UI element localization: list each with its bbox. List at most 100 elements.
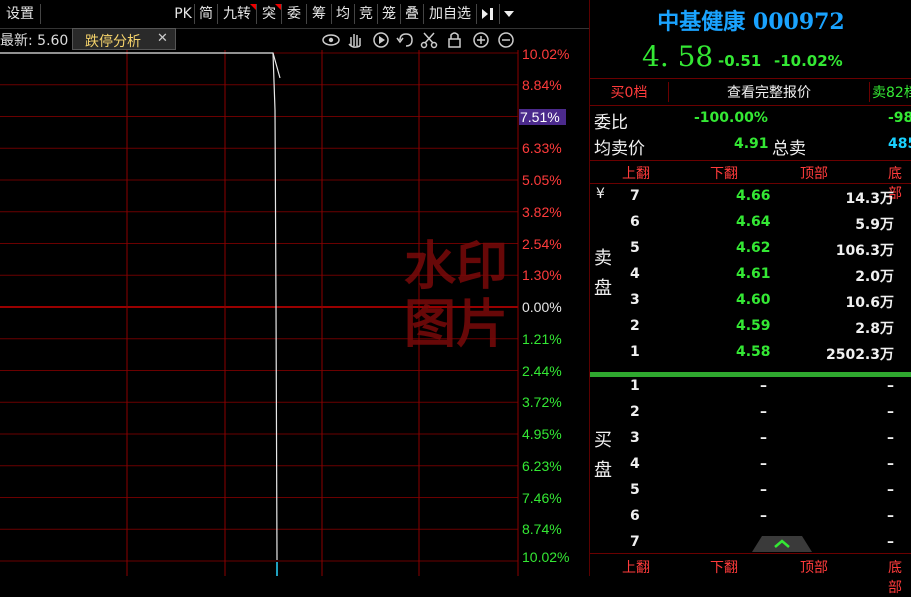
pct-axis-label: 10.02% bbox=[522, 46, 570, 62]
pk-button[interactable]: PK bbox=[172, 4, 195, 24]
page-up-button[interactable]: 上翻 bbox=[622, 557, 650, 577]
tab-full-quote[interactable]: 查看完整报价 bbox=[669, 82, 870, 102]
level-number: 7 bbox=[630, 534, 640, 550]
eye-icon[interactable] bbox=[322, 34, 340, 46]
zoom-in-icon[interactable] bbox=[473, 32, 489, 48]
stock-title: 中基健康 000972 bbox=[657, 9, 845, 35]
breakout-button[interactable]: 突 bbox=[257, 4, 282, 24]
entrust-button[interactable]: 委 bbox=[282, 4, 307, 24]
average-button[interactable]: 均 bbox=[332, 4, 355, 24]
pct-axis-label: 7.46% bbox=[522, 489, 562, 506]
nine-turn-button[interactable]: 九转 bbox=[218, 4, 257, 24]
sell-level-row[interactable]: 5 4.62 106.3万 bbox=[590, 236, 911, 262]
level-volume: 14.3万 bbox=[845, 191, 894, 207]
level-volume: – bbox=[887, 456, 894, 472]
level-price: – bbox=[760, 404, 767, 420]
flag-mark bbox=[250, 4, 256, 10]
sell-level-row[interactable]: 2 4.59 2.8万 bbox=[590, 314, 911, 340]
level-number: 4 bbox=[630, 266, 640, 282]
level-volume: – bbox=[887, 378, 894, 394]
scissors-icon[interactable] bbox=[420, 32, 438, 49]
avg-sell-row: 均卖价 4.91 总卖 485 bbox=[590, 132, 911, 159]
buy-level-row[interactable]: 2 – – bbox=[590, 400, 911, 426]
pct-axis-label: 6.23% bbox=[522, 457, 562, 474]
buy-level-row[interactable]: 5 – – bbox=[590, 478, 911, 504]
zoom-out-icon[interactable] bbox=[498, 32, 514, 48]
cage-button[interactable]: 笼 bbox=[378, 4, 401, 24]
pct-axis-label: 5.05% bbox=[522, 172, 562, 188]
buy-level-row[interactable]: 3 – – bbox=[590, 426, 911, 452]
buy-level-row[interactable]: 1 – – bbox=[590, 374, 911, 400]
pct-axis-label: 3.72% bbox=[522, 394, 562, 411]
level-price: 4.62 bbox=[736, 240, 771, 256]
level-number: 2 bbox=[630, 404, 640, 420]
add-watchlist-button[interactable]: 加自选 bbox=[424, 4, 477, 24]
current-price: 4. 58 bbox=[642, 40, 714, 73]
price-row: 4. 58 -0.51 -10.02% bbox=[590, 40, 911, 74]
play-icon[interactable] bbox=[373, 32, 389, 48]
quote-panel: 中基健康 000972 4. 58 -0.51 -10.02% 买0档 查看完整… bbox=[589, 0, 911, 596]
level-volume: 2.8万 bbox=[855, 321, 894, 337]
expand-up-icon[interactable] bbox=[752, 536, 812, 552]
flag-mark bbox=[275, 4, 281, 10]
average-label: 均 bbox=[336, 6, 350, 22]
sell-level-row[interactable]: 4 4.61 2.0万 bbox=[590, 262, 911, 288]
level-volume: 2.0万 bbox=[855, 269, 894, 285]
page-up-button[interactable]: 上翻 bbox=[622, 163, 650, 183]
pct-axis-label: 8.84% bbox=[522, 76, 562, 93]
sell-level-row[interactable]: 1 4.58 2502.3万 bbox=[590, 340, 911, 366]
sell-level-row[interactable]: 7 4.66 14.3万 bbox=[590, 184, 911, 210]
level-price: – bbox=[760, 378, 767, 394]
watermark: 水印 图片 bbox=[396, 238, 516, 354]
level-number: 5 bbox=[630, 482, 640, 498]
level-price: – bbox=[760, 456, 767, 472]
weibi-row: 委比 -100.00% -98 bbox=[590, 106, 911, 133]
simple-button[interactable]: 简 bbox=[195, 4, 218, 24]
hand-icon[interactable] bbox=[348, 34, 361, 48]
pct-axis-label: 7.51% bbox=[519, 108, 566, 125]
top-toolbar: 设置 PK 简 九转 突 委 筹 均 竞 笼 叠 加自选 bbox=[0, 0, 589, 29]
bottom-button[interactable]: 底部 bbox=[888, 557, 911, 597]
buy-level-row[interactable]: 6 – – bbox=[590, 504, 911, 530]
collapse-panel-icon[interactable] bbox=[477, 4, 500, 24]
level-number: 6 bbox=[630, 508, 640, 524]
chart-subbar: 最新: 5.60 跌停分析 ✕ bbox=[0, 28, 520, 50]
dropdown-arrow-icon[interactable] bbox=[500, 4, 518, 24]
overlay-button[interactable]: 叠 bbox=[401, 4, 424, 24]
pct-axis-label: 8.74% bbox=[522, 521, 562, 538]
pct-axis-label: 2.44% bbox=[522, 362, 562, 379]
avg-sell-label: 均卖价 bbox=[594, 139, 645, 159]
chips-button[interactable]: 筹 bbox=[307, 4, 332, 24]
settings-button[interactable]: 设置 bbox=[0, 4, 41, 24]
level-volume: 106.3万 bbox=[835, 243, 894, 259]
pct-axis-label: 0.00% bbox=[522, 299, 562, 315]
level-number: 4 bbox=[630, 456, 640, 472]
tab-buy-levels[interactable]: 买0档 bbox=[590, 82, 669, 102]
nine-turn-label: 九转 bbox=[223, 6, 251, 22]
price-line bbox=[0, 52, 281, 79]
page-down-button[interactable]: 下翻 bbox=[710, 163, 738, 183]
level-volume: 2502.3万 bbox=[825, 347, 894, 363]
page-down-button[interactable]: 下翻 bbox=[710, 557, 738, 577]
sell-level-row[interactable]: 6 4.64 5.9万 bbox=[590, 210, 911, 236]
top-button[interactable]: 顶部 bbox=[800, 163, 828, 183]
undo-icon[interactable] bbox=[396, 33, 413, 47]
latest-price-label: 最新: 5.60 bbox=[0, 33, 69, 49]
level-number: 2 bbox=[630, 318, 640, 334]
buy-level-row[interactable]: 4 – – bbox=[590, 452, 911, 478]
auction-button[interactable]: 竞 bbox=[355, 4, 378, 24]
level-volume: – bbox=[887, 482, 894, 498]
top-button[interactable]: 顶部 bbox=[800, 557, 828, 577]
avg-sell-value: 4.91 bbox=[734, 136, 769, 152]
simple-label: 简 bbox=[199, 6, 213, 22]
level-number: 7 bbox=[630, 188, 640, 204]
chips-label: 筹 bbox=[312, 6, 326, 22]
close-icon[interactable]: ✕ bbox=[157, 31, 168, 46]
sell-level-row[interactable]: 3 4.60 10.6万 bbox=[590, 288, 911, 314]
tab-sell-levels[interactable]: 卖82档 bbox=[872, 82, 911, 102]
tab-limit-down-analysis[interactable]: 跌停分析 ✕ bbox=[72, 28, 176, 50]
level-price: – bbox=[760, 508, 767, 524]
pct-axis-label: 6.33% bbox=[522, 140, 562, 157]
level-price: 4.60 bbox=[736, 292, 771, 308]
lock-icon[interactable] bbox=[448, 32, 461, 48]
